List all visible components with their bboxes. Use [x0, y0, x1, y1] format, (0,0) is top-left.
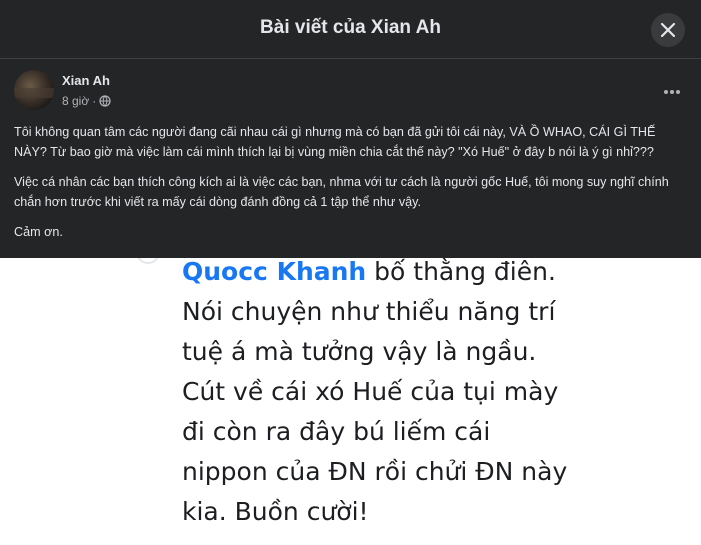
post-time[interactable]: 8 giờ	[62, 94, 89, 108]
post-modal: Bài viết của Xian Ah Xian Ah 8 giờ · Tôi…	[0, 0, 701, 545]
image-commenter-name: Quocc Khanh	[182, 258, 367, 286]
post-paragraph: Cảm ơn.	[14, 225, 63, 239]
avatar[interactable]	[14, 70, 54, 110]
close-button[interactable]	[651, 13, 685, 47]
modal-title: Bài viết của Xian Ah	[260, 17, 441, 38]
modal-header: Bài viết của Xian Ah	[0, 0, 701, 59]
image-line: Cút về cái xó Huế của tụi mày	[182, 377, 559, 406]
meta-separator: ·	[92, 94, 97, 108]
close-icon	[660, 22, 676, 38]
image-line: Nói chuyện như thiểu năng trí	[182, 297, 556, 326]
post-paragraph: Tôi không quan tâm các người đang cãi nh…	[14, 125, 656, 159]
more-options-button[interactable]	[657, 79, 687, 103]
globe-icon	[99, 95, 111, 107]
avatar-fragment	[136, 258, 160, 264]
image-line: Quocc Khanh bố thằng điên.	[182, 258, 556, 292]
image-line: nippon của ĐN rồi chửi ĐN này	[182, 457, 568, 486]
post-text: Tôi không quan tâm các người đang cãi nh…	[14, 122, 686, 252]
image-line-rest: bố thằng điên.	[366, 258, 556, 286]
image-line: đi còn ra đây bú liếm cái	[182, 417, 491, 446]
post-meta: 8 giờ ·	[62, 94, 111, 108]
post-header: Xian Ah 8 giờ ·	[0, 59, 701, 121]
author-name[interactable]: Xian Ah	[62, 73, 110, 88]
post-paragraph: Việc cá nhân các bạn thích công kích ai …	[14, 175, 669, 209]
post-image[interactable]: Quocc Khanh bố thằng điên. Nói chuyện nh…	[0, 258, 701, 545]
image-line: kia. Buồn cười!	[182, 497, 369, 526]
image-line: tuệ á mà tưởng vậy là ngầu.	[182, 337, 537, 366]
